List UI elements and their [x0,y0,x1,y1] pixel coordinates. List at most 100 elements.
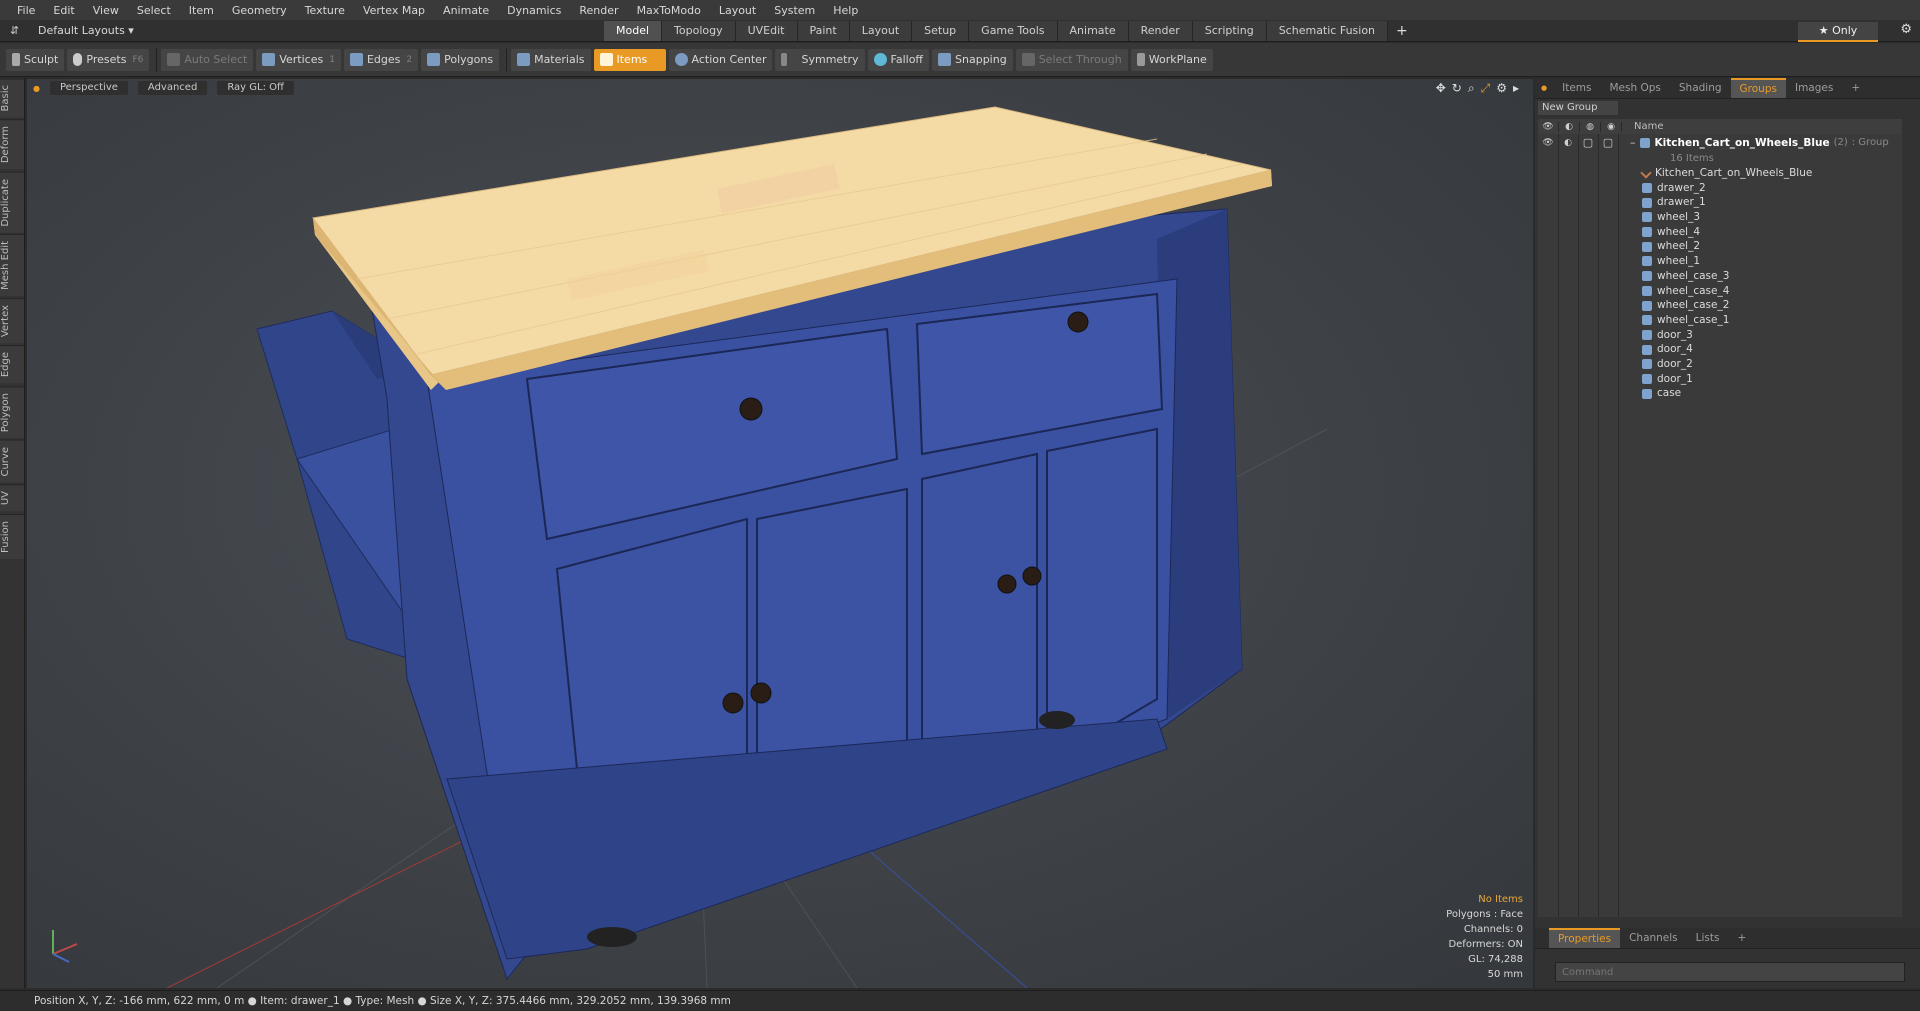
rotate-view-icon[interactable]: ↻ [1452,81,1462,96]
auto-select-button[interactable]: Auto Select [161,48,254,71]
tree-item-row[interactable]: Kitchen_Cart_on_Wheels_Blue [1538,166,1902,181]
left-tab-deform[interactable]: Deform [0,119,24,170]
layout-icon[interactable]: ⇵ [10,24,19,37]
left-tab-fusion[interactable]: Fusion [0,513,24,559]
menu-system[interactable]: System [765,4,824,17]
expand-arrow-icon[interactable]: ▸ [1513,81,1519,96]
menu-animate[interactable]: Animate [434,4,498,17]
tree-item-row[interactable]: drawer_2 [1538,181,1902,196]
zoom-icon[interactable]: ⌕ [1468,81,1475,96]
tree-item-row[interactable]: wheel_4 [1538,225,1902,240]
tab-mesh-ops[interactable]: Mesh Ops [1600,78,1669,98]
menu-render[interactable]: Render [570,4,627,17]
layout-tab-paint[interactable]: Paint [797,21,850,41]
viewport-menu-dot[interactable]: ● [33,84,40,93]
menu-view[interactable]: View [84,4,128,17]
eye-icon[interactable]: 👁 [1538,134,1558,152]
lock-column-icon[interactable]: ◍ [1580,121,1601,132]
menu-geometry[interactable]: Geometry [223,4,296,17]
visibility-column-icon[interactable]: 👁 [1538,121,1559,132]
tree-item-row[interactable]: wheel_1 [1538,254,1902,269]
layout-tab-game-tools[interactable]: Game Tools [969,21,1058,41]
materials-button[interactable]: Materials [511,48,591,71]
falloff-button[interactable]: Falloff [867,48,930,71]
select-toggle[interactable]: ▢ [1598,134,1618,152]
tree-item-row[interactable]: wheel_3 [1538,210,1902,225]
menu-vertex-map[interactable]: Vertex Map [354,4,434,17]
tree-item-row[interactable]: door_4 [1538,342,1902,357]
lock-toggle[interactable]: ▢ [1578,134,1598,152]
tab-channels[interactable]: Channels [1620,928,1687,948]
render-toggle-icon[interactable]: ◐ [1558,134,1578,152]
move-view-icon[interactable]: ✥ [1436,81,1446,96]
layout-tab-schematic-fusion[interactable]: Schematic Fusion [1266,21,1389,41]
tree-item-row[interactable]: drawer_1 [1538,195,1902,210]
tab-properties[interactable]: Properties [1549,928,1621,948]
layout-tab-animate[interactable]: Animate [1057,21,1129,41]
left-tab-curve[interactable]: Curve [0,439,24,483]
sculpt-button[interactable]: Sculpt [6,48,65,71]
shading-mode-dropdown[interactable]: Advanced [137,81,208,95]
menu-texture[interactable]: Texture [296,4,354,17]
group-row[interactable]: 👁 ◐ ▢ ▢ – Kitchen_Cart_on_Wheels_Blue (2) :… [1538,134,1902,152]
tab-shading[interactable]: Shading [1670,78,1731,98]
symmetry-button[interactable]: Symmetry [775,48,865,71]
render-column-icon[interactable]: ◐ [1559,121,1580,132]
vertices-button[interactable]: Vertices 1 [256,48,341,71]
items-button[interactable]: Items [593,48,666,71]
left-tab-mesh-edit[interactable]: Mesh Edit [0,234,24,297]
add-tab-icon[interactable]: + [1728,928,1755,948]
tree-item-row[interactable]: wheel_2 [1538,239,1902,254]
left-tab-edge[interactable]: Edge [0,345,24,384]
only-button[interactable]: ★ Only [1798,22,1878,42]
layout-tab-topology[interactable]: Topology [662,21,736,41]
select-column-icon[interactable]: ◉ [1601,121,1622,132]
menu-file[interactable]: File [8,4,44,17]
add-tab-icon[interactable]: + [1842,78,1869,98]
viewport-settings-icon[interactable]: ⚙ [1496,81,1507,96]
left-tab-vertex[interactable]: Vertex [0,298,24,344]
menu-maxtomodo[interactable]: MaxToModo [628,4,710,17]
3d-viewport[interactable]: ● Perspective Advanced Ray GL: Off ✥ ↻ ⌕… [27,79,1533,988]
gear-icon[interactable]: ⚙ [1900,22,1912,37]
menu-edit[interactable]: Edit [44,4,83,17]
layout-tab-render[interactable]: Render [1128,21,1193,41]
collapse-arrow-icon[interactable]: – [1630,134,1636,152]
tree-item-row[interactable]: case [1538,386,1902,401]
menu-help[interactable]: Help [824,4,867,17]
snapping-button[interactable]: Snapping [932,48,1013,71]
edges-button[interactable]: Edges 2 [343,48,419,71]
left-tab-polygon[interactable]: Polygon [0,385,24,438]
tab-images[interactable]: Images [1786,78,1842,98]
menu-item[interactable]: Item [180,4,223,17]
command-input[interactable] [1555,962,1905,982]
tree-item-row[interactable]: door_2 [1538,357,1902,372]
add-layout-icon[interactable]: + [1396,21,1408,41]
raygl-dropdown[interactable]: Ray GL: Off [217,81,294,95]
tab-items[interactable]: Items [1553,78,1600,98]
tree-item-row[interactable]: wheel_case_1 [1538,313,1902,328]
left-tab-basic[interactable]: Basic [0,78,24,118]
polygons-button[interactable]: Polygons [421,48,500,71]
view-mode-dropdown[interactable]: Perspective [49,81,128,95]
tree-item-row[interactable]: door_1 [1538,372,1902,387]
tab-groups[interactable]: Groups [1730,78,1786,98]
fit-view-icon[interactable]: ⤢ [1481,81,1491,96]
left-tab-uv[interactable]: UV [0,484,24,512]
tree-item-row[interactable]: door_3 [1538,328,1902,343]
menu-layout[interactable]: Layout [710,4,765,17]
new-group-button[interactable]: New Group [1538,101,1618,115]
layout-tab-uvedit[interactable]: UVEdit [735,21,798,41]
action-center-button[interactable]: Action Center [668,48,773,71]
layout-tab-layout[interactable]: Layout [849,21,913,41]
layout-tab-scripting[interactable]: Scripting [1192,21,1267,41]
workplane-button[interactable]: WorkPlane [1130,48,1213,71]
presets-button[interactable]: Presets F6 [67,48,150,71]
layout-selector[interactable]: Default Layouts ▾ [38,24,158,37]
layout-tab-model[interactable]: Model [604,21,663,41]
tree-item-row[interactable]: wheel_case_3 [1538,269,1902,284]
panel-menu-dot[interactable]: ● [1541,84,1547,92]
select-through-button[interactable]: Select Through [1015,48,1128,71]
tab-lists[interactable]: Lists [1687,928,1729,948]
layout-tab-setup[interactable]: Setup [912,21,970,41]
